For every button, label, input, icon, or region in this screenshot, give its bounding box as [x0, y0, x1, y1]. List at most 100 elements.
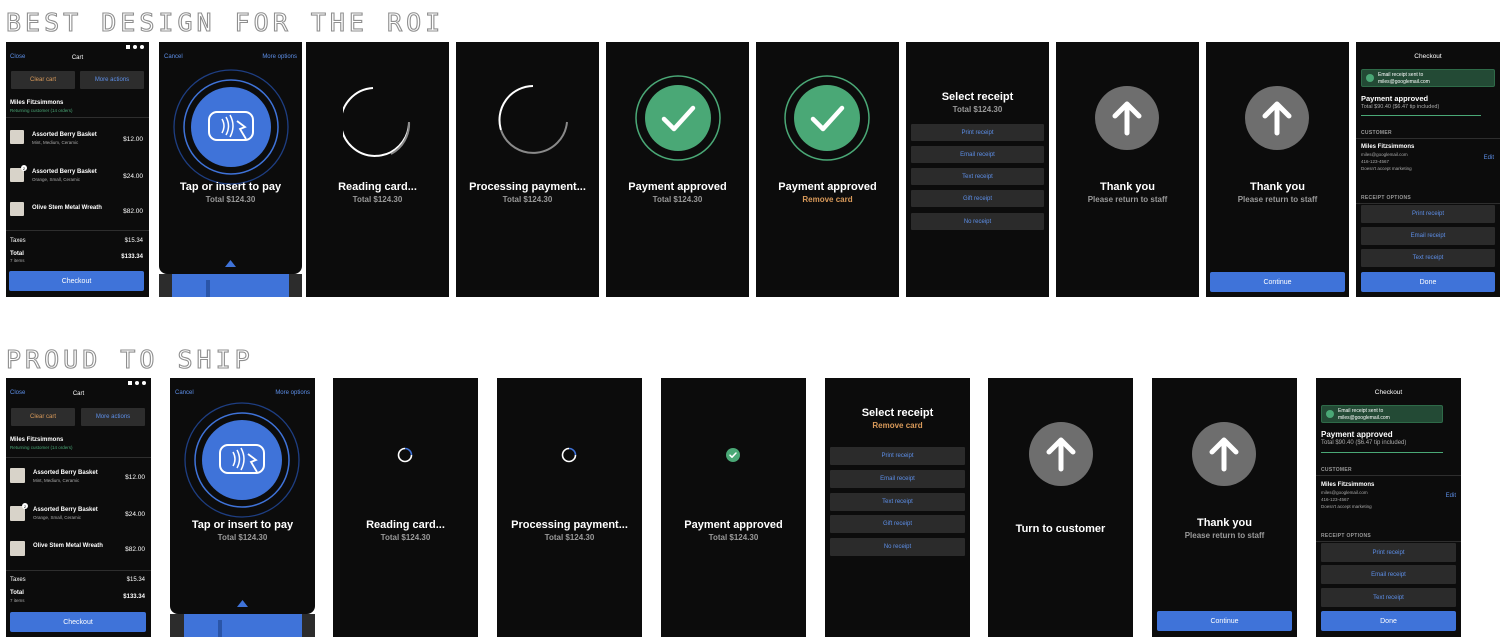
contactless-card-icon: [173, 69, 289, 185]
screen-processing-2: Processing payment... Total $124.30: [497, 378, 642, 637]
clear-cart-button[interactable]: Clear cart: [11, 71, 75, 89]
item-options: Orange, Small, Ceramic: [33, 515, 82, 520]
edit-link[interactable]: Edit: [1446, 493, 1456, 499]
customer-email: miles@googlemail.com: [1361, 152, 1408, 157]
more-options-link[interactable]: More options: [262, 54, 297, 60]
cancel-link[interactable]: Cancel: [164, 54, 183, 60]
done-button[interactable]: Done: [1321, 611, 1456, 631]
row-title-ship: PROUD TO SHIP: [5, 345, 254, 374]
item-name: Olive Stem Metal Wreath: [33, 543, 103, 549]
customer-name: Miles Fitzsimmons: [1321, 482, 1375, 488]
approved-title: Payment approved: [628, 181, 727, 193]
banner-line: Email receipt sent to: [1378, 72, 1424, 78]
item-thumbnail: [10, 541, 25, 556]
screen-checkout-summary-1: Checkout Email receipt sent to miles@goo…: [1356, 42, 1500, 297]
taxes-label: Taxes: [10, 577, 26, 583]
customer-label: CUSTOMER: [1361, 130, 1392, 136]
continue-button[interactable]: Continue: [1157, 611, 1292, 631]
gift-receipt-button[interactable]: Gift receipt: [911, 190, 1044, 207]
row-title-roi: BEST DESIGN FOR THE ROI: [5, 8, 445, 37]
clear-cart-button[interactable]: Clear cart: [11, 408, 75, 426]
screen-approved-1: Payment approved Total $124.30: [606, 42, 749, 297]
email-receipt-button[interactable]: Email receipt: [1321, 565, 1456, 584]
receipt-options-label: RECEIPT OPTIONS: [1321, 533, 1372, 539]
email-receipt-button[interactable]: Email receipt: [1361, 227, 1495, 245]
text-receipt-button[interactable]: Text receipt: [830, 493, 965, 511]
loading-spinner-icon: [397, 447, 413, 463]
screen-reading-2: Reading card... Total $124.30: [333, 378, 478, 637]
total-line: Total $124.30: [352, 195, 403, 204]
contactless-card-icon: [184, 402, 300, 518]
item-price: $24.00: [123, 173, 143, 180]
email-receipt-button[interactable]: Email receipt: [911, 146, 1044, 163]
text-receipt-button[interactable]: Text receipt: [911, 168, 1044, 185]
gift-receipt-button[interactable]: Gift receipt: [830, 515, 965, 533]
total-line: Total $124.30: [952, 105, 1003, 114]
email-receipt-button[interactable]: Email receipt: [830, 470, 965, 488]
screen-processing-1: Processing payment... Total $124.30: [456, 42, 599, 297]
checkout-button[interactable]: Checkout: [9, 271, 144, 291]
summary-total: Total $90.40 ($6.47 tip included): [1361, 104, 1440, 110]
arrow-up-icon: [1245, 86, 1309, 150]
text-receipt-button[interactable]: Text receipt: [1321, 588, 1456, 607]
screen-approved-2: Payment approved Total $124.30: [661, 378, 806, 637]
checkout-button[interactable]: Checkout: [10, 612, 146, 632]
print-receipt-button[interactable]: Print receipt: [1361, 205, 1495, 223]
checkout-title: Checkout: [1414, 53, 1442, 60]
screen-remove-card-1: Payment approved Remove card: [756, 42, 899, 297]
more-actions-button[interactable]: More actions: [80, 71, 144, 89]
checkmark-icon: [635, 75, 721, 161]
edit-link[interactable]: Edit: [1484, 155, 1494, 161]
item-price: $82.00: [125, 546, 145, 553]
continue-button[interactable]: Continue: [1210, 272, 1345, 292]
item-options: Orange, Small, Ceramic: [32, 177, 81, 182]
customer-subtitle: Returning customer (14 orders): [10, 445, 73, 450]
checkmark-icon: [726, 448, 740, 462]
more-actions-button[interactable]: More actions: [81, 408, 145, 426]
loading-spinner-icon: [343, 87, 411, 157]
customer-name[interactable]: Miles Fitzsimmons: [10, 437, 63, 443]
screen-continue-2: Thank you Please return to staff Continu…: [1152, 378, 1297, 637]
tap-title: Tap or insert to pay: [179, 181, 282, 193]
total-line: Total $124.30: [652, 195, 703, 204]
item-price: $24.00: [125, 511, 145, 518]
banner-line: miles@googlemail.com: [1378, 79, 1430, 85]
total-line: Total $124.30: [380, 533, 431, 542]
remove-card-text: Remove card: [872, 421, 923, 430]
checkout-title: Checkout: [1374, 389, 1403, 396]
text-receipt-button[interactable]: Text receipt: [1361, 249, 1495, 267]
screen-thank-you-1: Thank you Please return to staff: [1056, 42, 1199, 297]
customer-name[interactable]: Miles Fitzsimmons: [10, 100, 63, 106]
cancel-link[interactable]: Cancel: [175, 390, 194, 396]
thank-you-title: Thank you: [1249, 181, 1305, 193]
total-line: Total $124.30: [544, 533, 595, 542]
done-button[interactable]: Done: [1361, 272, 1495, 292]
check-circle-icon: [1326, 410, 1334, 418]
total-items: 7 items: [10, 598, 25, 603]
item-name: Assorted Berry Basket: [33, 470, 98, 476]
customer-name: Miles Fitzsimmons: [1361, 144, 1415, 150]
approved-heading: Payment approved: [1361, 94, 1429, 103]
select-receipt-title: Select receipt: [941, 91, 1014, 103]
reading-title: Reading card...: [366, 519, 445, 531]
total-line: Total $124.30: [708, 533, 759, 542]
total-label: Total: [10, 251, 24, 257]
total-value: $133.34: [123, 594, 145, 600]
caret-up-icon: [237, 600, 248, 607]
arrow-up-icon: [1029, 422, 1093, 486]
no-receipt-button[interactable]: No receipt: [911, 213, 1044, 230]
total-label: Total: [10, 590, 24, 596]
more-options-link[interactable]: More options: [275, 390, 310, 396]
screen-continue-1: Thank you Please return to staff Continu…: [1206, 42, 1349, 297]
customer-email: miles@googlemail.com: [1321, 490, 1368, 495]
customer-subtitle: Returning customer (14 orders): [10, 108, 73, 113]
item-options: Mint, Medium, Ceramic: [33, 478, 80, 483]
print-receipt-button[interactable]: Print receipt: [1321, 543, 1456, 562]
print-receipt-button[interactable]: Print receipt: [830, 447, 965, 465]
screen-turn-customer-2: Turn to customer: [988, 378, 1133, 637]
no-receipt-button[interactable]: No receipt: [830, 538, 965, 556]
customer-phone: 416-123-4567: [1361, 159, 1390, 164]
return-staff-text: Please return to staff: [1237, 195, 1318, 204]
item-name: Assorted Berry Basket: [33, 507, 98, 513]
print-receipt-button[interactable]: Print receipt: [911, 124, 1044, 141]
